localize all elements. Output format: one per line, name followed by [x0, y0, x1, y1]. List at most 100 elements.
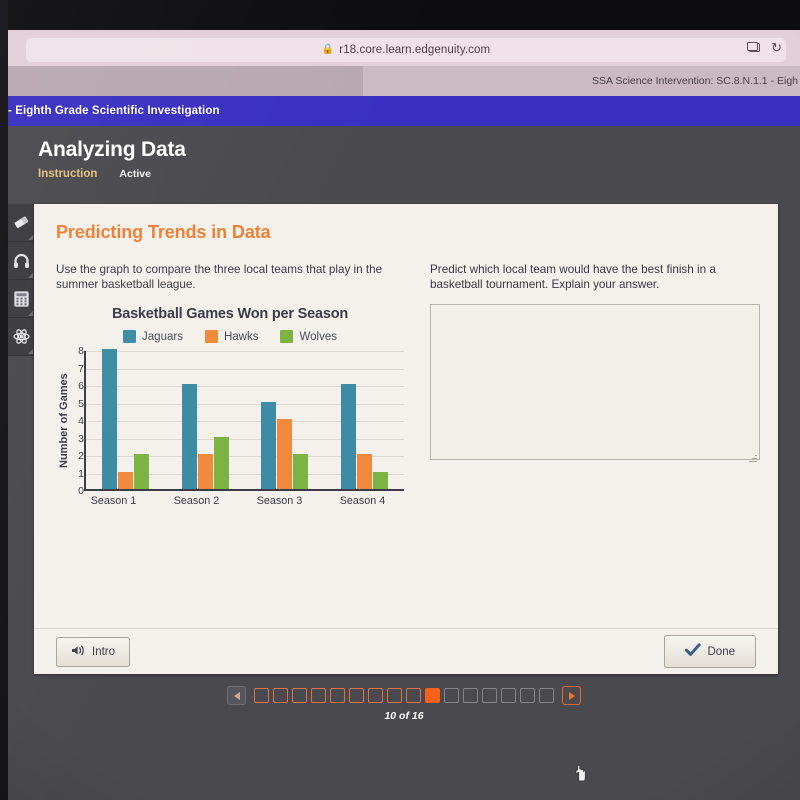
page-dot-11[interactable] — [444, 688, 459, 703]
checkmark-icon — [684, 643, 701, 660]
card-footer: Intro Done — [34, 628, 778, 674]
legend-swatch-jaguars — [123, 330, 137, 343]
plot-canvas — [84, 349, 405, 491]
x-tick-label: Season 4 — [339, 495, 386, 507]
lesson-card: Predicting Trends in Data Use the graph … — [34, 204, 778, 674]
legend-item-hawks: Hawks — [204, 330, 259, 343]
app-header: Analyzing Data Instruction Active — [38, 138, 186, 180]
left-column: Use the graph to compare the three local… — [56, 262, 416, 628]
course-title: - Eighth Grade Scientific Investigation — [8, 105, 220, 117]
chrome-buttons: ↻ — [747, 41, 782, 54]
chart-title: Basketball Games Won per Season — [111, 306, 349, 322]
page-dot-4[interactable] — [311, 688, 326, 703]
page-dot-3[interactable] — [292, 688, 307, 703]
intro-button-label: Intro — [92, 645, 116, 658]
x-tick-label: Season 3 — [256, 495, 303, 507]
left-prompt: Use the graph to compare the three local… — [56, 263, 383, 291]
eraser-icon[interactable] — [8, 204, 34, 242]
y-axis-ticks: 012345678 — [70, 346, 84, 496]
pagination: 10 of 16 — [8, 686, 800, 722]
bar-chart: Basketball Games Won per Season Jaguars … — [56, 306, 404, 507]
page-dot-10[interactable] — [425, 688, 440, 703]
legend-label-wolves: Wolves — [299, 330, 337, 343]
course-bar: - Eighth Grade Scientific Investigation — [8, 96, 800, 126]
atom-icon[interactable] — [8, 318, 34, 356]
done-button-label: Done — [707, 645, 736, 658]
bar-group — [325, 384, 405, 489]
reload-icon[interactable]: ↻ — [771, 41, 782, 54]
bar-jaguars — [102, 349, 118, 489]
legend-label-hawks: Hawks — [223, 330, 259, 343]
page-title: Analyzing Data — [38, 138, 186, 161]
page-counter: 10 of 16 — [384, 710, 424, 722]
screen-photo: 🔒 r18.core.learn.edgenuity.com ↻ SSA Sci… — [0, 0, 800, 800]
url-text: r18.core.learn.edgenuity.com — [339, 44, 491, 56]
page-dot-8[interactable] — [387, 688, 402, 703]
x-axis-labels: Season 1 Season 2 Season 3 Season 4 — [72, 491, 404, 507]
page-dot-1[interactable] — [254, 688, 269, 703]
page-dot-6[interactable] — [349, 688, 364, 703]
page-dot-7[interactable] — [368, 688, 383, 703]
answer-textarea[interactable] — [430, 304, 760, 460]
bar-hawks — [118, 471, 134, 489]
calculator-icon[interactable] — [8, 280, 34, 318]
bar-group — [86, 349, 166, 489]
x-tick-label: Season 1 — [90, 495, 137, 507]
app-tabs: Instruction Active — [38, 168, 186, 180]
right-prompt: Predict which local team would have the … — [430, 263, 716, 291]
page-dots — [254, 688, 554, 703]
bar-groups — [86, 349, 405, 489]
prev-arrow-icon[interactable] — [227, 686, 246, 705]
address-bar[interactable]: 🔒 r18.core.learn.edgenuity.com — [26, 38, 786, 62]
intro-button[interactable]: Intro — [56, 636, 131, 667]
legend-swatch-hawks — [204, 330, 218, 343]
page-dot-13[interactable] — [482, 688, 497, 703]
legend-item-jaguars: Jaguars — [123, 330, 183, 343]
next-arrow-icon[interactable] — [562, 686, 581, 705]
tab-active[interactable]: SSA Science Intervention: SC.8.N.1.1 - E… — [363, 66, 800, 96]
chart-legend: Jaguars Hawks Wolves — [56, 330, 404, 343]
bar-group — [245, 401, 325, 489]
right-column: Predict which local team would have the … — [430, 262, 760, 628]
plot-area: Number of Games 012345678 — [56, 346, 405, 496]
tab-strip: SSA Science Intervention: SC.8.N.1.1 - E… — [8, 66, 800, 96]
legend-item-wolves: Wolves — [280, 330, 337, 343]
card-body: Use the graph to compare the three local… — [56, 262, 760, 628]
bar-wolves — [134, 454, 150, 489]
bar-wolves — [372, 471, 388, 489]
bar-wolves — [213, 436, 229, 489]
page-dot-12[interactable] — [463, 688, 478, 703]
y-axis-label: Number of Games — [58, 373, 70, 469]
bar-jaguars — [181, 384, 197, 489]
mouse-cursor — [574, 763, 589, 787]
bar-jaguars — [340, 384, 356, 489]
done-button[interactable]: Done — [663, 635, 756, 668]
page-dot-15[interactable] — [520, 688, 535, 703]
tool-rail — [8, 204, 34, 356]
bezel-top — [0, 0, 800, 30]
tab-inactive[interactable] — [8, 66, 363, 96]
legend-swatch-wolves — [280, 330, 294, 343]
app-body: Analyzing Data Instruction Active Predic… — [8, 126, 800, 800]
lock-icon: 🔒 — [321, 44, 335, 55]
bar-hawks — [356, 454, 372, 489]
bar-wolves — [293, 454, 309, 489]
tab-title: SSA Science Intervention: SC.8.N.1.1 - E… — [591, 75, 798, 87]
bezel-left — [0, 0, 8, 800]
page-dot-14[interactable] — [501, 688, 516, 703]
pagination-row — [227, 686, 581, 705]
legend-label-jaguars: Jaguars — [142, 330, 183, 343]
bar-jaguars — [261, 401, 277, 489]
page-dot-2[interactable] — [273, 688, 288, 703]
bar-hawks — [197, 454, 213, 489]
headphones-icon[interactable] — [8, 242, 34, 280]
page-dot-16[interactable] — [539, 688, 554, 703]
tab-active-assignment[interactable]: Active — [119, 168, 151, 180]
card-title: Predicting Trends in Data — [56, 222, 271, 242]
tab-instruction[interactable]: Instruction — [38, 168, 97, 180]
speaker-icon — [71, 644, 85, 660]
page-dot-5[interactable] — [330, 688, 345, 703]
new-window-icon[interactable] — [747, 41, 761, 52]
page-dot-9[interactable] — [406, 688, 421, 703]
bar-group — [166, 384, 246, 489]
